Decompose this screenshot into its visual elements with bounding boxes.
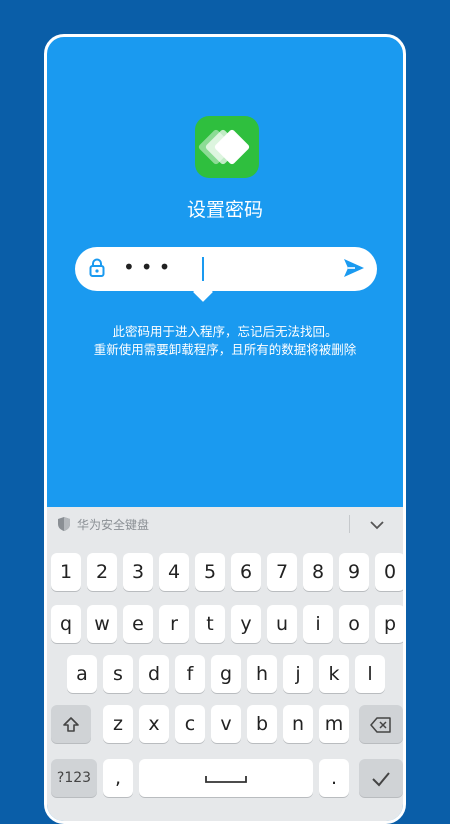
key-h[interactable]: h	[247, 655, 277, 693]
key-g[interactable]: g	[211, 655, 241, 693]
key-5[interactable]: 5	[195, 553, 225, 591]
key-6[interactable]: 6	[231, 553, 261, 591]
key-s[interactable]: s	[103, 655, 133, 693]
lock-icon	[89, 258, 105, 282]
shift-icon	[63, 716, 79, 732]
key-p[interactable]: p	[375, 605, 403, 643]
phone-screen: 设置密码 ••• 此密码用于进入程序，忘记后无法找回。 重新使用需要卸载程序，且…	[44, 34, 406, 824]
key-n[interactable]: n	[283, 705, 313, 743]
key-e[interactable]: e	[123, 605, 153, 643]
key-2[interactable]: 2	[87, 553, 117, 591]
key-u[interactable]: u	[267, 605, 297, 643]
page-title: 设置密码	[186, 199, 263, 221]
key-b[interactable]: b	[247, 705, 277, 743]
key-9[interactable]: 9	[339, 553, 369, 591]
password-hint: 此密码用于进入程序，忘记后无法找回。 重新使用需要卸载程序，且所有的数据将被删除	[47, 323, 403, 359]
key-1[interactable]: 1	[51, 553, 81, 591]
backspace-key[interactable]	[359, 705, 403, 743]
toolbar-divider	[349, 515, 350, 533]
key-d[interactable]: d	[139, 655, 169, 693]
key-7[interactable]: 7	[267, 553, 297, 591]
checkmark-icon	[372, 771, 390, 786]
key-m[interactable]: m	[319, 705, 349, 743]
keyboard-title: 华为安全键盘	[77, 518, 150, 532]
secure-keyboard: 华为安全键盘 1 2 3 4 5 6 7 8 9 0 q w e r t y u…	[47, 507, 403, 821]
enter-key[interactable]	[359, 759, 403, 797]
key-c[interactable]: c	[175, 705, 205, 743]
key-0[interactable]: 0	[375, 553, 403, 591]
hint-line-1: 此密码用于进入程序，忘记后无法找回。	[112, 324, 338, 339]
key-j[interactable]: j	[283, 655, 313, 693]
hint-line-2: 重新使用需要卸载程序，且所有的数据将被删除	[93, 342, 357, 357]
key-o[interactable]: o	[339, 605, 369, 643]
comma-key[interactable]: ,	[103, 759, 133, 797]
key-y[interactable]: y	[231, 605, 261, 643]
caret-handle[interactable]	[193, 282, 213, 302]
key-q[interactable]: q	[51, 605, 81, 643]
key-8[interactable]: 8	[303, 553, 333, 591]
period-key[interactable]: .	[319, 759, 349, 797]
password-masked-value: •••	[123, 255, 177, 279]
shield-icon	[57, 516, 71, 536]
key-4[interactable]: 4	[159, 553, 189, 591]
app-logo-icon	[195, 116, 259, 178]
key-w[interactable]: w	[87, 605, 117, 643]
key-t[interactable]: t	[195, 605, 225, 643]
key-v[interactable]: v	[211, 705, 241, 743]
text-caret	[202, 257, 204, 281]
key-3[interactable]: 3	[123, 553, 153, 591]
chevron-down-icon[interactable]	[369, 516, 385, 535]
space-icon	[205, 775, 247, 783]
key-f[interactable]: f	[175, 655, 205, 693]
key-z[interactable]: z	[103, 705, 133, 743]
space-key[interactable]	[139, 759, 313, 797]
key-l[interactable]: l	[355, 655, 385, 693]
symbols-key[interactable]: ?123	[51, 759, 97, 797]
key-x[interactable]: x	[139, 705, 169, 743]
key-k[interactable]: k	[319, 655, 349, 693]
shift-key[interactable]	[51, 705, 91, 743]
keyboard-toolbar: 华为安全键盘	[47, 507, 403, 541]
password-input[interactable]: •••	[75, 247, 377, 302]
key-i[interactable]: i	[303, 605, 333, 643]
key-a[interactable]: a	[67, 655, 97, 693]
backspace-icon	[370, 716, 391, 733]
key-r[interactable]: r	[159, 605, 189, 643]
send-icon[interactable]	[343, 258, 365, 282]
